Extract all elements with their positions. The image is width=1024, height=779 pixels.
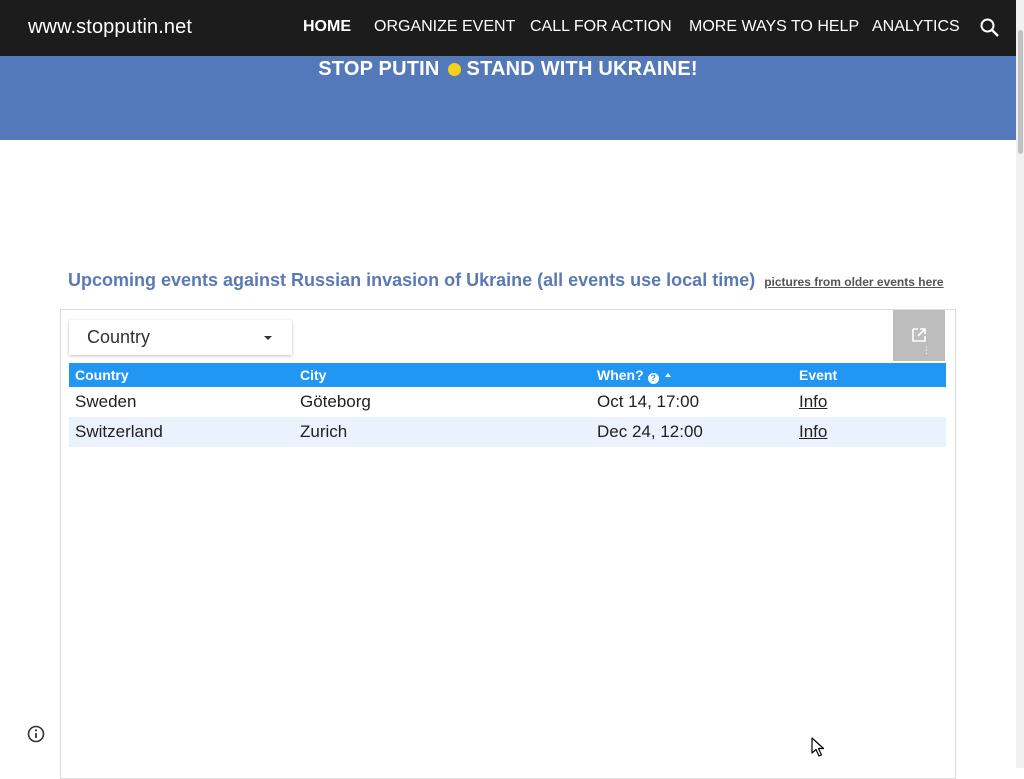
events-heading: Upcoming events against Russian invasion… (68, 270, 944, 291)
banner-slogan: STOP PUTIN STAND WITH UKRAINE! (0, 58, 1016, 81)
cell-when: Oct 14, 17:00 (597, 392, 700, 411)
banner-slogan-right: STAND WITH UKRAINE! (466, 58, 698, 80)
older-events-pictures-link[interactable]: pictures from older events here (764, 275, 943, 289)
cell-city: Zurich (300, 422, 348, 441)
nav-item-call-for-action[interactable]: CALL FOR ACTION (530, 18, 672, 36)
events-heading-text: Upcoming events against Russian invasion… (68, 270, 756, 290)
open-in-new-button[interactable]: ⋮ (893, 310, 945, 361)
cell-country: Switzerland (75, 422, 163, 441)
top-navigation-bar: www.stopputin.net HOME ORGANIZE EVENT CA… (0, 0, 1016, 56)
info-icon[interactable] (26, 724, 46, 744)
scrollbar-thumb[interactable] (1018, 30, 1023, 154)
mouse-pointer-icon (811, 737, 825, 757)
cell-city: Göteborg (300, 392, 371, 411)
table-header: Country City When?? Event (69, 363, 946, 387)
country-filter-dropdown[interactable]: Country (69, 320, 292, 355)
search-icon[interactable] (979, 17, 1001, 39)
cell-country: Sweden (75, 392, 137, 411)
yellow-dot-icon (447, 63, 461, 76)
dropdown-caret-icon (264, 336, 272, 340)
column-header-when-label: When? (597, 367, 644, 383)
page-scrollbar[interactable] (1016, 0, 1024, 768)
table-row: Switzerland Zurich Dec 24, 12:00 Info (69, 417, 946, 447)
nav-item-home[interactable]: HOME (303, 18, 351, 36)
sort-ascending-icon (664, 373, 671, 377)
column-header-city[interactable]: City (300, 367, 326, 383)
table-row: Sweden Göteborg Oct 14, 17:00 Info (69, 387, 946, 417)
banner-slogan-left: STOP PUTIN (318, 58, 440, 80)
main-nav: HOME ORGANIZE EVENT CALL FOR ACTION MORE… (0, 18, 1016, 40)
nav-item-analytics[interactable]: ANALYTICS (872, 18, 960, 36)
help-icon[interactable]: ? (647, 373, 659, 384)
column-header-when[interactable]: When?? (597, 367, 671, 384)
events-table: Country City When?? Event Sweden Götebor… (69, 363, 946, 447)
column-header-event[interactable]: Event (799, 367, 837, 383)
open-in-new-icon (912, 328, 926, 342)
column-header-country[interactable]: Country (75, 367, 129, 383)
nav-item-organize-event[interactable]: ORGANIZE EVENT (374, 18, 515, 36)
event-info-link[interactable]: Info (799, 392, 827, 412)
event-info-link[interactable]: Info (799, 422, 827, 442)
country-filter-label: Country (87, 327, 151, 347)
events-table-widget: Country ⋮ Country City When?? Event Swed… (60, 309, 956, 779)
more-options-icon[interactable]: ⋮ (922, 346, 931, 355)
nav-item-more-ways-to-help[interactable]: MORE WAYS TO HELP (689, 18, 859, 36)
cell-when: Dec 24, 12:00 (597, 422, 703, 441)
